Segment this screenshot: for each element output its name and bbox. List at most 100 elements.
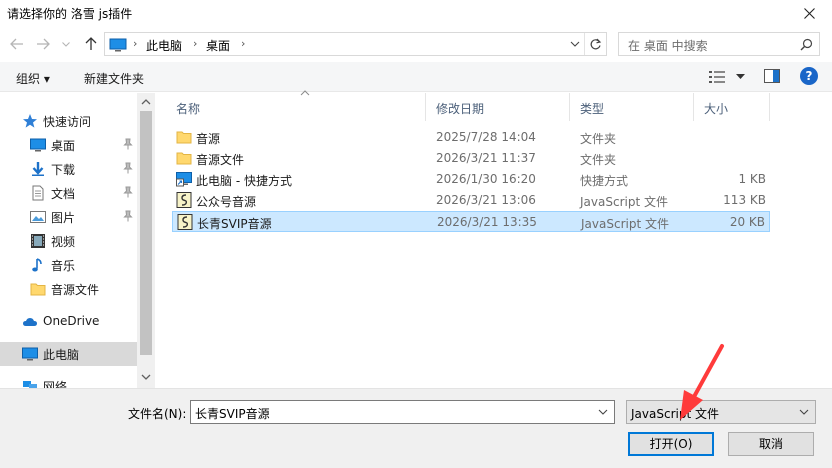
file-row[interactable]: 公众号音源 2026/3/21 13:06 JavaScript 文件 113 … <box>172 190 770 211</box>
view-details-icon[interactable] <box>708 70 726 84</box>
file-row[interactable]: 长青SVIP音源 2026/3/21 13:35 JavaScript 文件 2… <box>172 211 770 232</box>
column-header-date[interactable]: 修改日期 <box>426 93 570 121</box>
navigation-scrollbar[interactable] <box>137 93 155 388</box>
refresh-button[interactable] <box>584 33 606 55</box>
file-name: 音源文件 <box>196 153 245 167</box>
file-type: 文件夹 <box>580 132 617 146</box>
file-date: 2025/7/28 14:04 <box>436 130 536 144</box>
folder-icon <box>30 283 46 296</box>
file-row[interactable]: 音源文件 2026/3/21 11:37 文件夹 <box>172 148 770 169</box>
breadcrumb-separator: › <box>193 37 198 50</box>
filename-input[interactable]: 长青SVIP音源 <box>190 400 615 424</box>
pin-icon[interactable] <box>122 162 134 174</box>
filename-label: 文件名(N): <box>128 407 187 421</box>
breadcrumb-separator: › <box>241 37 246 50</box>
chevron-down-icon[interactable] <box>598 407 608 417</box>
column-header-label: 大小 <box>704 102 729 116</box>
nav-item-downloads[interactable]: 下载 <box>0 157 137 181</box>
nav-item-videos[interactable]: 视频 <box>0 229 137 253</box>
back-button[interactable] <box>8 34 26 54</box>
scroll-up-icon[interactable] <box>141 99 151 105</box>
file-size: 1 KB <box>738 172 766 186</box>
file-row[interactable]: 音源 2025/7/28 14:04 文件夹 <box>172 127 770 148</box>
nav-item-this-pc[interactable]: 此电脑 <box>0 342 137 366</box>
help-icon: ? <box>805 69 813 83</box>
column-header-size[interactable]: 大小 <box>694 93 770 121</box>
file-type: 文件夹 <box>580 153 617 167</box>
close-button[interactable] <box>786 0 832 26</box>
pin-icon[interactable] <box>122 186 134 198</box>
video-icon <box>31 234 45 248</box>
caret-down-icon[interactable] <box>736 74 745 80</box>
scrollbar-thumb[interactable] <box>140 111 152 355</box>
address-bar[interactable]: › 此电脑 › 桌面 › <box>104 32 607 56</box>
help-button[interactable]: ? <box>800 67 818 85</box>
breadcrumb-this-pc[interactable]: 此电脑 <box>146 37 182 54</box>
nav-item-music[interactable]: 音乐 <box>0 253 137 277</box>
up-button[interactable] <box>82 34 100 54</box>
column-header-type[interactable]: 类型 <box>570 93 694 121</box>
nav-item-label: 音乐 <box>51 259 76 273</box>
navigation-pane: 快速访问 桌面 下载 文档 图片 视频 音乐 音源文件 OneDrive 此电脑 <box>0 93 155 388</box>
recent-locations-button[interactable] <box>60 34 72 54</box>
scroll-down-icon[interactable] <box>141 374 151 380</box>
chevron-down-icon <box>62 41 70 47</box>
dialog-footer: 文件名(N): 长青SVIP音源 JavaScript 文件 打开(O) 取消 <box>0 388 832 468</box>
pin-icon[interactable] <box>122 210 134 222</box>
file-date: 2026/3/21 11:37 <box>436 151 536 165</box>
file-name: 长青SVIP音源 <box>197 217 272 231</box>
nav-item-network[interactable]: 网络 <box>0 374 137 388</box>
nav-item-onedrive[interactable]: OneDrive <box>0 310 137 334</box>
file-type: JavaScript 文件 <box>580 195 668 209</box>
open-button[interactable]: 打开(O) <box>628 432 714 456</box>
script-file-icon <box>177 214 193 230</box>
title-bar: 请选择你的 洛雪 js插件 <box>0 0 832 26</box>
organize-button[interactable]: 组织 ▾ <box>16 70 50 87</box>
star-icon <box>23 114 37 128</box>
nav-item-desktop[interactable]: 桌面 <box>0 133 137 157</box>
filetype-value: JavaScript 文件 <box>631 407 719 421</box>
folder-icon <box>176 152 192 165</box>
new-folder-button[interactable]: 新建文件夹 <box>84 70 144 87</box>
sort-ascending-icon <box>300 90 310 96</box>
column-header-name[interactable]: 名称 <box>166 90 426 121</box>
nav-item-source-files[interactable]: 音源文件 <box>0 277 137 301</box>
search-placeholder: 在 桌面 中搜索 <box>628 39 708 53</box>
nav-item-label: 快速访问 <box>43 115 92 129</box>
filetype-select[interactable]: JavaScript 文件 <box>626 400 816 424</box>
script-file-icon <box>176 192 192 208</box>
file-name: 此电脑 - 快捷方式 <box>196 174 292 188</box>
folder-icon <box>176 131 192 144</box>
navigation-bar: › 此电脑 › 桌面 › 在 桌面 中搜索 <box>0 30 832 58</box>
file-date: 2026/1/30 16:20 <box>436 172 536 186</box>
nav-item-quick-access[interactable]: 快速访问 <box>0 109 137 133</box>
network-icon <box>23 381 37 388</box>
nav-item-documents[interactable]: 文档 <box>0 181 137 205</box>
nav-item-label: 视频 <box>51 235 76 249</box>
music-icon <box>32 258 42 272</box>
cancel-button[interactable]: 取消 <box>728 432 814 456</box>
file-row[interactable]: 此电脑 - 快捷方式 2026/1/30 16:20 快捷方式 1 KB <box>172 169 770 190</box>
document-icon <box>32 185 44 201</box>
breadcrumb-separator: › <box>133 37 138 50</box>
nav-item-label: OneDrive <box>43 314 100 328</box>
filename-value: 长青SVIP音源 <box>195 407 270 421</box>
pin-icon[interactable] <box>122 138 134 150</box>
picture-icon <box>30 211 46 223</box>
arrow-up-icon <box>85 37 97 50</box>
preview-pane-icon[interactable] <box>764 69 780 83</box>
chevron-down-icon[interactable] <box>570 37 580 51</box>
nav-item-pictures[interactable]: 图片 <box>0 205 137 229</box>
forward-button[interactable] <box>34 34 52 54</box>
nav-item-label: 此电脑 <box>43 348 80 362</box>
nav-item-label: 网络 <box>43 380 68 388</box>
file-list: 名称 修改日期 类型 大小 音源 2025/7/28 14:04 文件夹 音源文… <box>160 90 832 388</box>
breadcrumb-desktop[interactable]: 桌面 <box>206 37 230 54</box>
nav-item-label: 音源文件 <box>51 283 100 297</box>
search-icon <box>800 38 813 51</box>
column-header-label: 类型 <box>580 102 605 116</box>
search-box[interactable]: 在 桌面 中搜索 <box>618 32 820 56</box>
nav-item-label: 下载 <box>51 163 76 177</box>
file-name: 音源 <box>196 132 221 146</box>
refresh-icon <box>590 38 602 49</box>
